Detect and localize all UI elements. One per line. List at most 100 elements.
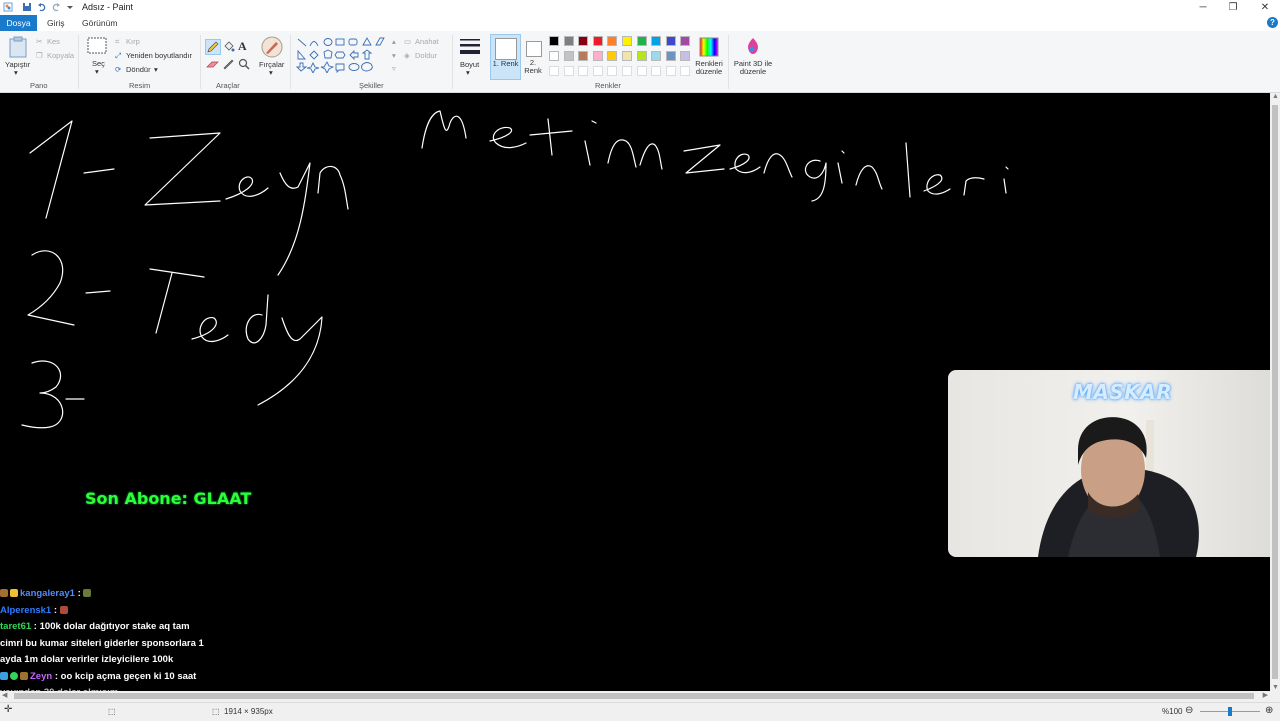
zoom-slider-thumb[interactable] xyxy=(1228,707,1232,716)
color-swatch[interactable] xyxy=(607,36,618,46)
color-swatch[interactable] xyxy=(563,36,574,46)
color-picker-icon[interactable] xyxy=(222,58,234,70)
select-icon[interactable] xyxy=(87,37,107,55)
chat-username: taret61 xyxy=(0,621,32,632)
fill-button[interactable]: Doldur xyxy=(415,51,437,60)
group-separator xyxy=(728,35,729,89)
fill-bucket-icon[interactable] xyxy=(222,40,235,53)
paint3d-button[interactable]: Paint 3D ile düzenle xyxy=(732,60,774,76)
resize-icon: ⤢ xyxy=(115,51,121,60)
custom-color-slot[interactable] xyxy=(622,66,632,76)
magnifier-icon[interactable] xyxy=(238,58,250,70)
color-swatch[interactable] xyxy=(549,36,559,46)
zoom-in-icon[interactable]: ⊕ xyxy=(1265,705,1273,716)
pencil-tool-button[interactable] xyxy=(205,39,221,55)
rotate-button[interactable]: Döndür xyxy=(126,65,151,74)
shapes-expand-icon[interactable]: ▿ xyxy=(392,64,396,73)
close-button[interactable]: ✕ xyxy=(1250,0,1280,15)
copy-button[interactable]: Kopyala xyxy=(47,51,74,60)
handwriting-digit-3 xyxy=(21,360,64,429)
ribbon: Yapıştır ▾ ✂ Kes ❐ Kopyala Pano Seç ▾ ⌗ … xyxy=(0,31,1280,93)
cut-button[interactable]: Kes xyxy=(47,37,60,46)
zoom-out-icon[interactable]: ⊖ xyxy=(1185,705,1193,716)
horizontal-scroll-thumb[interactable] xyxy=(14,693,1254,699)
color-swatch[interactable] xyxy=(665,36,676,46)
color-swatch[interactable] xyxy=(563,51,574,61)
custom-color-slot[interactable] xyxy=(665,66,676,76)
size-dropdown-icon[interactable]: ▾ xyxy=(466,68,470,77)
copy-icon: ❐ xyxy=(36,51,43,60)
scroll-down-icon[interactable]: ▼ xyxy=(1272,684,1279,691)
color-swatch[interactable] xyxy=(578,51,589,61)
fill-icon: ◈ xyxy=(404,51,410,60)
color-swatch[interactable] xyxy=(636,51,647,61)
resize-button[interactable]: Yeniden boyutlandır xyxy=(126,51,192,60)
custom-color-slot[interactable] xyxy=(549,66,559,76)
color-swatch[interactable] xyxy=(622,36,632,46)
edit-colors-icon[interactable] xyxy=(699,37,719,57)
tab-file[interactable]: Dosya xyxy=(0,15,37,31)
color-swatch[interactable] xyxy=(680,36,691,46)
custom-color-slot[interactable] xyxy=(651,66,662,76)
shapes-gallery-icon[interactable] xyxy=(296,37,396,73)
webcam-name-label: MASKAR xyxy=(1073,380,1173,404)
scroll-right-icon[interactable]: ▶ xyxy=(1263,691,1268,699)
custom-color-slot[interactable] xyxy=(607,66,618,76)
edit-colors-button[interactable]: Renkleri düzenle xyxy=(694,60,724,76)
undo-icon[interactable] xyxy=(37,2,47,12)
tab-home[interactable]: Giriş xyxy=(47,15,64,31)
chat-message: Zeyn : oo kcip açma geçen ki 10 saat xyxy=(0,669,260,686)
paste-dropdown-icon[interactable]: ▾ xyxy=(14,68,18,77)
horizontal-scrollbar[interactable]: ◀ ▶ xyxy=(0,691,1270,701)
chat-badge-icon xyxy=(0,589,8,598)
brushes-icon[interactable] xyxy=(261,36,283,58)
last-subscriber-label: Son Abone: GLAAT xyxy=(85,489,252,508)
vertical-scroll-thumb[interactable] xyxy=(1272,105,1278,679)
text-tool-icon[interactable]: A xyxy=(238,39,247,54)
paste-icon[interactable] xyxy=(8,36,28,58)
color-swatch[interactable] xyxy=(651,51,662,61)
group-label-shapes: Şekiller xyxy=(359,81,384,90)
shapes-scroll-up-icon[interactable]: ▴ xyxy=(392,37,396,46)
custom-color-slot[interactable] xyxy=(680,66,691,76)
custom-color-slot[interactable] xyxy=(592,66,603,76)
custom-color-slot[interactable] xyxy=(636,66,647,76)
vertical-scrollbar[interactable]: ▲ ▼ xyxy=(1270,93,1280,691)
scroll-left-icon[interactable]: ◀ xyxy=(2,691,7,699)
size-icon[interactable] xyxy=(459,38,481,58)
color1-button[interactable]: 1. Renk xyxy=(490,34,521,80)
scroll-up-icon[interactable]: ▲ xyxy=(1272,93,1279,100)
brushes-dropdown-icon[interactable]: ▾ xyxy=(269,68,273,77)
outline-button[interactable]: Anahat xyxy=(415,37,439,46)
minimize-button[interactable]: ─ xyxy=(1188,0,1218,15)
color-swatch[interactable] xyxy=(651,36,662,46)
select-dropdown-icon[interactable]: ▾ xyxy=(95,67,99,76)
color-swatch[interactable] xyxy=(592,51,603,61)
color-swatch[interactable] xyxy=(636,36,647,46)
group-separator xyxy=(78,35,79,89)
shapes-scroll-down-icon[interactable]: ▾ xyxy=(392,51,396,60)
color-swatch[interactable] xyxy=(578,36,589,46)
color-swatch[interactable] xyxy=(592,36,603,46)
color-swatch[interactable] xyxy=(680,51,691,61)
color-swatch[interactable] xyxy=(665,51,676,61)
custom-color-slot[interactable] xyxy=(563,66,574,76)
maximize-button[interactable]: ❐ xyxy=(1218,0,1248,15)
color2-button[interactable]: 2. Renk xyxy=(522,34,544,78)
rotate-dropdown-icon[interactable]: ▾ xyxy=(154,65,158,74)
eraser-icon[interactable] xyxy=(206,60,219,70)
chat-badge-icon xyxy=(0,671,8,680)
redo-icon[interactable] xyxy=(51,2,61,12)
customize-toolbar-icon[interactable] xyxy=(65,2,75,12)
custom-color-slot[interactable] xyxy=(578,66,589,76)
paint3d-icon[interactable] xyxy=(744,37,762,57)
color-swatch[interactable] xyxy=(622,51,632,61)
handwriting-letter-d xyxy=(245,294,269,344)
color-swatch[interactable] xyxy=(549,51,559,61)
save-icon[interactable] xyxy=(22,2,32,12)
crop-button[interactable]: Kırp xyxy=(126,37,140,46)
help-icon[interactable]: ? xyxy=(1267,17,1278,28)
tab-view[interactable]: Görünüm xyxy=(82,15,117,31)
color-swatch[interactable] xyxy=(607,51,618,61)
chat-message-continued: cimri bu kumar siteleri giderler sponsor… xyxy=(0,636,260,653)
